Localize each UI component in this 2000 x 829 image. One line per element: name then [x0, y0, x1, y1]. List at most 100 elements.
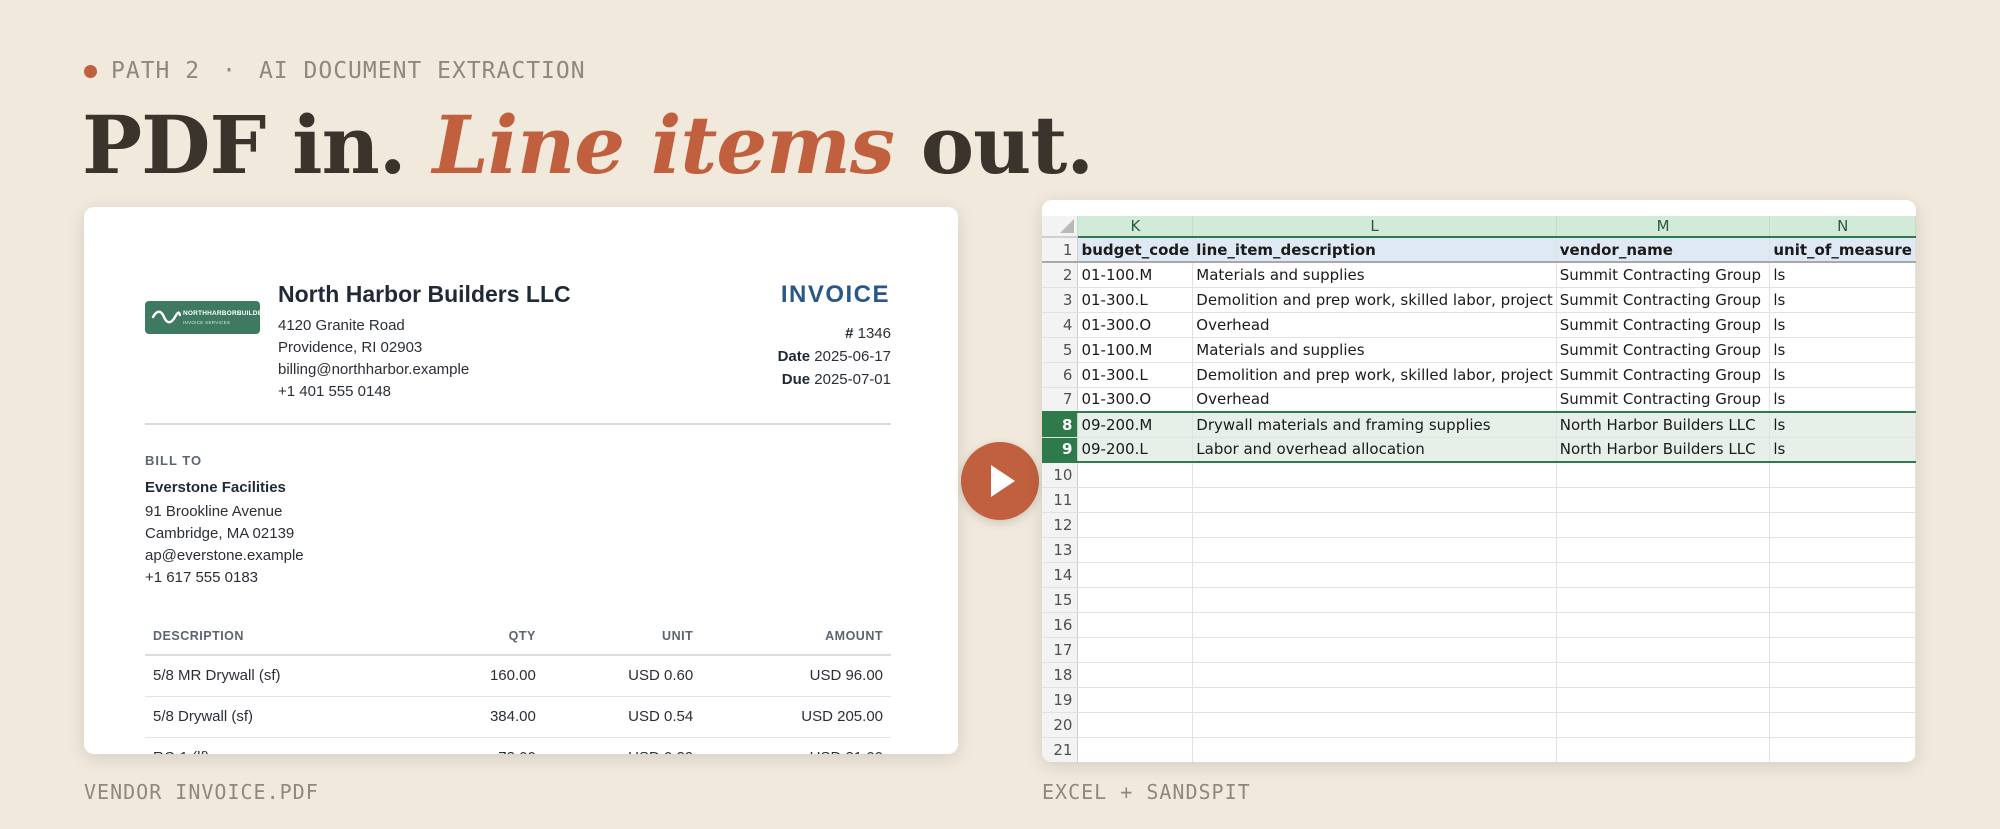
cell[interactable]: Materials and supplies: [1192, 337, 1557, 363]
row-number[interactable]: 15: [1042, 587, 1079, 613]
cell[interactable]: ls: [1769, 411, 1916, 438]
cell[interactable]: [1769, 637, 1916, 663]
column-header-k[interactable]: K: [1077, 216, 1194, 238]
cell[interactable]: Summit Contracting Group: [1556, 262, 1771, 288]
cell[interactable]: North Harbor Builders LLC: [1556, 411, 1771, 438]
row-number[interactable]: 19: [1042, 687, 1079, 713]
cell[interactable]: [1077, 662, 1194, 688]
cell[interactable]: [1192, 612, 1557, 638]
column-header-m[interactable]: M: [1556, 216, 1771, 238]
cell[interactable]: [1556, 612, 1771, 638]
cell[interactable]: [1769, 687, 1916, 713]
cell[interactable]: [1556, 662, 1771, 688]
row-number[interactable]: 7: [1042, 387, 1079, 413]
cell[interactable]: ls: [1769, 437, 1916, 463]
row-number[interactable]: 14: [1042, 562, 1079, 588]
cell[interactable]: [1077, 587, 1194, 613]
cell[interactable]: [1192, 712, 1557, 738]
column-header-l[interactable]: L: [1192, 216, 1557, 238]
play-button[interactable]: [961, 442, 1039, 520]
cell[interactable]: [1769, 662, 1916, 688]
cell[interactable]: ls: [1769, 287, 1916, 313]
cell[interactable]: ls: [1769, 337, 1916, 363]
cell[interactable]: Summit Contracting Group: [1556, 387, 1771, 413]
cell[interactable]: North Harbor Builders LLC: [1556, 437, 1771, 463]
row-number[interactable]: 11: [1042, 487, 1079, 513]
row-number[interactable]: 13: [1042, 537, 1079, 563]
cell[interactable]: 01-300.O: [1077, 312, 1194, 338]
cell[interactable]: vendor_name: [1556, 237, 1771, 263]
cell[interactable]: [1077, 637, 1194, 663]
row-number[interactable]: 21: [1042, 737, 1079, 762]
cell[interactable]: [1769, 737, 1916, 762]
excel-spreadsheet[interactable]: K L M N 1 budget_code line_item_descript…: [1042, 200, 1916, 762]
cell[interactable]: 01-300.L: [1077, 362, 1194, 388]
cell[interactable]: [1556, 637, 1771, 663]
cell[interactable]: [1077, 487, 1194, 513]
cell[interactable]: [1556, 687, 1771, 713]
row-number[interactable]: 5: [1042, 337, 1079, 363]
cell[interactable]: Summit Contracting Group: [1556, 312, 1771, 338]
cell[interactable]: [1556, 587, 1771, 613]
cell[interactable]: [1769, 562, 1916, 588]
row-number[interactable]: 8: [1042, 411, 1079, 438]
row-number[interactable]: 16: [1042, 612, 1079, 638]
row-number[interactable]: 9: [1042, 437, 1079, 463]
cell[interactable]: ls: [1769, 387, 1916, 413]
row-number[interactable]: 3: [1042, 287, 1079, 313]
row-number[interactable]: 1: [1042, 237, 1079, 263]
cell[interactable]: [1769, 462, 1916, 488]
cell[interactable]: Demolition and prep work, skilled labor,…: [1192, 362, 1557, 388]
cell[interactable]: Drywall materials and framing supplies: [1192, 411, 1557, 438]
cell[interactable]: [1192, 537, 1557, 563]
cell[interactable]: [1077, 537, 1194, 563]
cell[interactable]: [1192, 737, 1557, 762]
cell[interactable]: 01-300.L: [1077, 287, 1194, 313]
cell[interactable]: [1769, 512, 1916, 538]
cell[interactable]: [1192, 662, 1557, 688]
cell[interactable]: [1077, 462, 1194, 488]
cell[interactable]: [1192, 512, 1557, 538]
cell[interactable]: [1769, 612, 1916, 638]
cell[interactable]: [1077, 737, 1194, 762]
cell[interactable]: [1556, 462, 1771, 488]
row-number[interactable]: 4: [1042, 312, 1079, 338]
cell[interactable]: [1077, 512, 1194, 538]
cell[interactable]: Summit Contracting Group: [1556, 337, 1771, 363]
cell[interactable]: Overhead: [1192, 387, 1557, 413]
cell[interactable]: [1769, 537, 1916, 563]
row-number[interactable]: 18: [1042, 662, 1079, 688]
cell[interactable]: 01-100.M: [1077, 262, 1194, 288]
cell[interactable]: [1077, 687, 1194, 713]
cell[interactable]: Overhead: [1192, 312, 1557, 338]
cell[interactable]: [1556, 712, 1771, 738]
cell[interactable]: [1192, 462, 1557, 488]
cell[interactable]: [1769, 712, 1916, 738]
cell[interactable]: [1192, 562, 1557, 588]
row-number[interactable]: 12: [1042, 512, 1079, 538]
cell[interactable]: unit_of_measure: [1769, 237, 1916, 263]
cell[interactable]: [1192, 587, 1557, 613]
cell[interactable]: Labor and overhead allocation: [1192, 437, 1557, 463]
cell[interactable]: [1556, 537, 1771, 563]
cell[interactable]: [1556, 562, 1771, 588]
cell[interactable]: ls: [1769, 312, 1916, 338]
cell[interactable]: [1556, 737, 1771, 762]
cell[interactable]: Summit Contracting Group: [1556, 362, 1771, 388]
row-number[interactable]: 6: [1042, 362, 1079, 388]
cell[interactable]: [1769, 487, 1916, 513]
cell[interactable]: [1192, 637, 1557, 663]
cell[interactable]: Demolition and prep work, skilled labor,…: [1192, 287, 1557, 313]
select-all-corner[interactable]: [1042, 216, 1079, 238]
cell[interactable]: 09-200.M: [1077, 411, 1194, 438]
cell[interactable]: [1077, 612, 1194, 638]
row-number[interactable]: 10: [1042, 462, 1079, 488]
cell[interactable]: [1192, 487, 1557, 513]
cell[interactable]: [1556, 487, 1771, 513]
cell[interactable]: 01-300.O: [1077, 387, 1194, 413]
row-number[interactable]: 17: [1042, 637, 1079, 663]
cell[interactable]: Summit Contracting Group: [1556, 287, 1771, 313]
cell[interactable]: [1077, 562, 1194, 588]
cell[interactable]: [1077, 712, 1194, 738]
cell[interactable]: 01-100.M: [1077, 337, 1194, 363]
